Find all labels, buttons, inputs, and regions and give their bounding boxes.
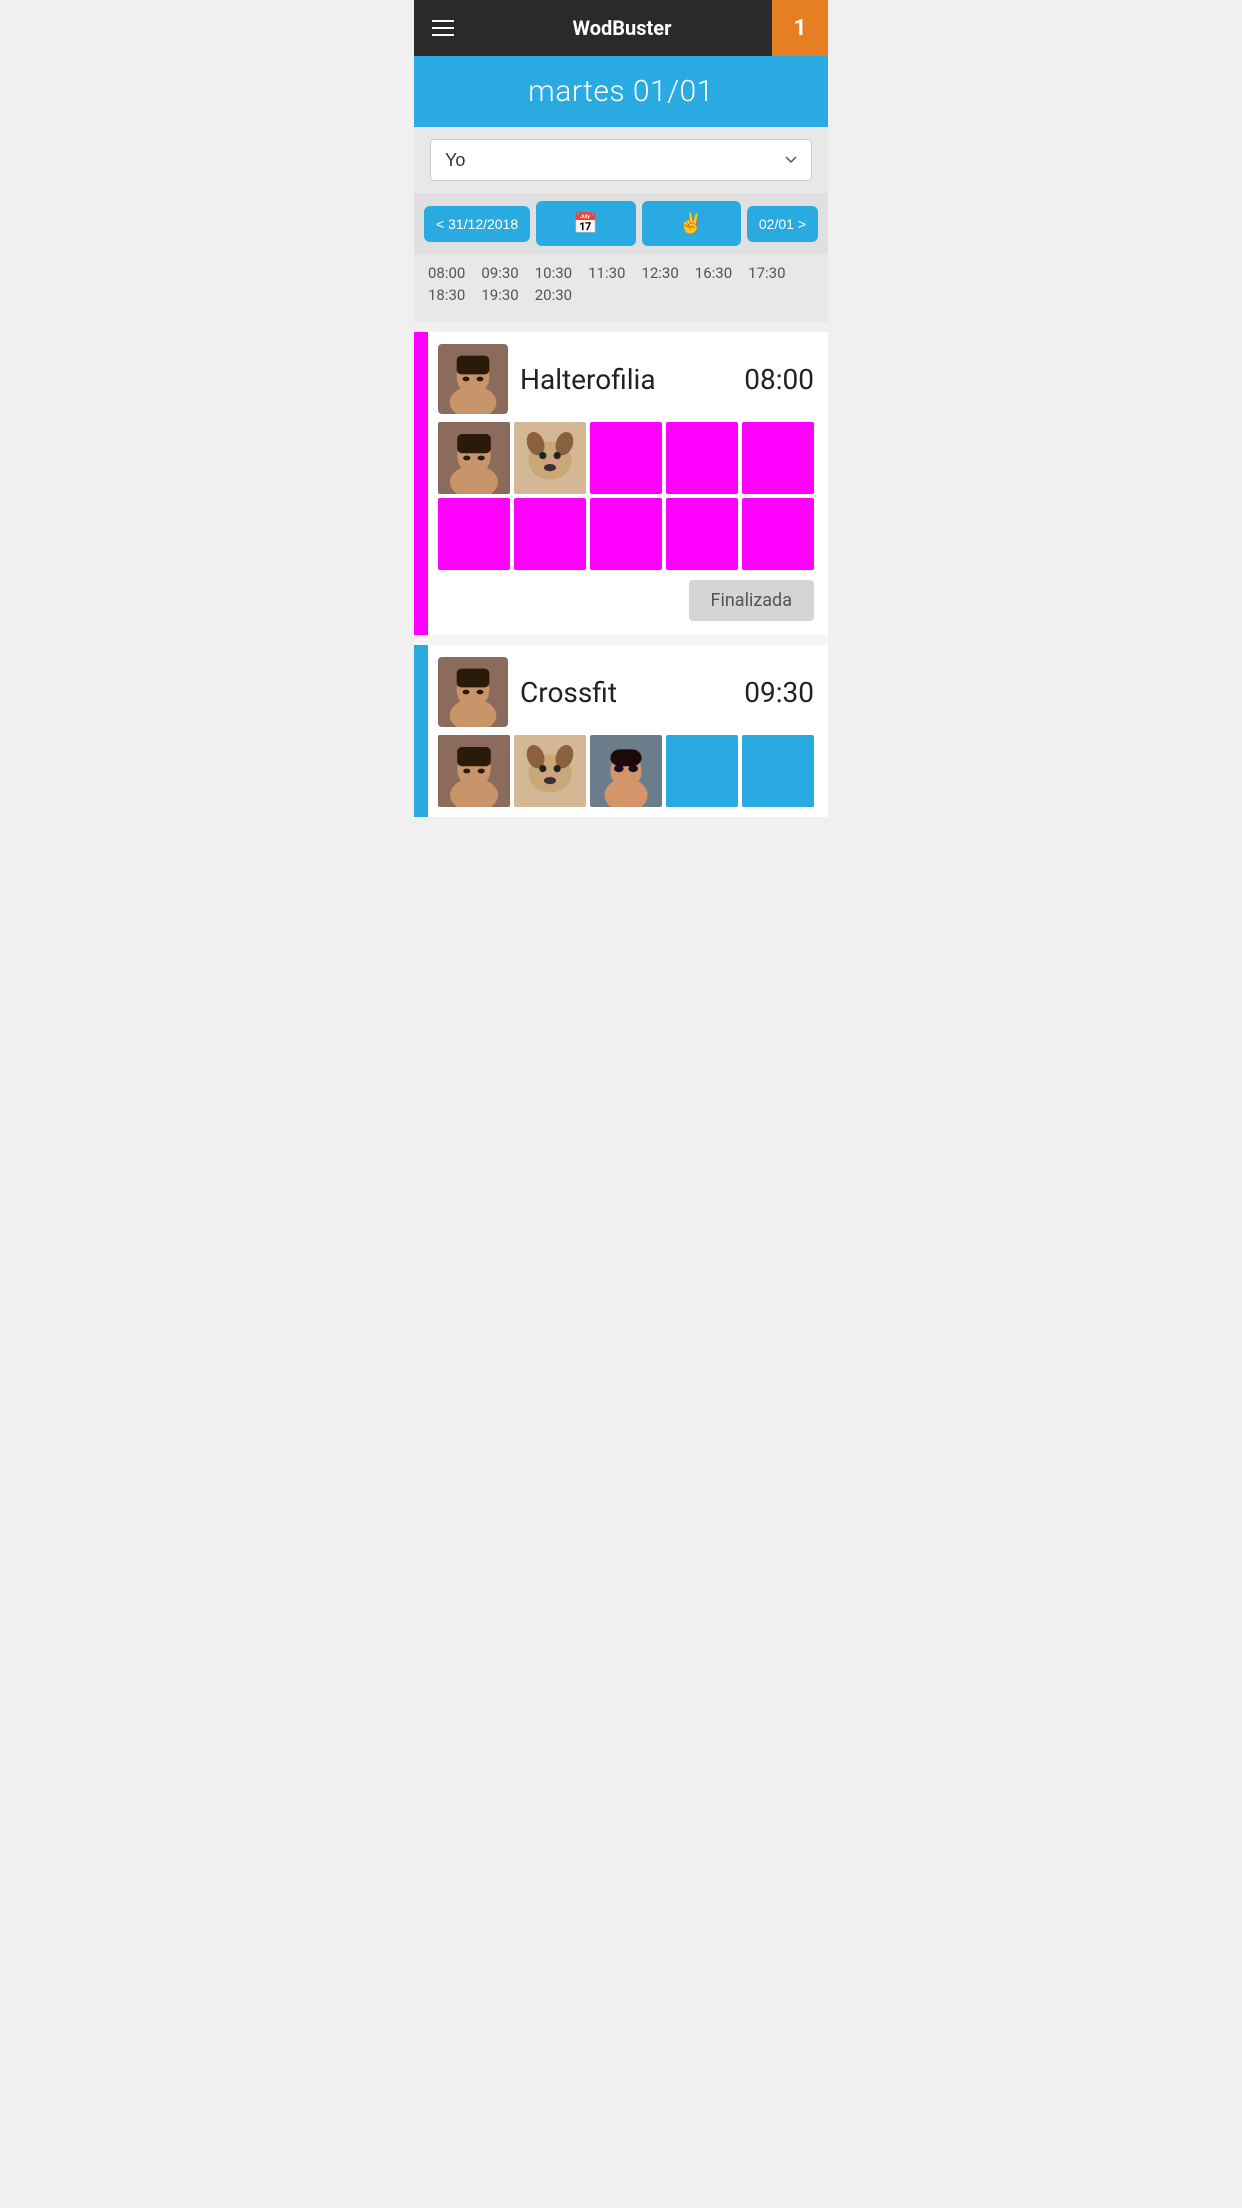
time-slot[interactable]: 08:00 xyxy=(428,264,465,282)
hamburger-icon xyxy=(432,20,454,36)
app-title-text: WodBuster xyxy=(573,16,672,40)
participant-cell[interactable] xyxy=(438,422,510,494)
time-slot[interactable]: 18:30 xyxy=(428,286,465,304)
class-instructor-avatar xyxy=(438,657,508,727)
class-header: Halterofilia 08:00 xyxy=(414,332,828,422)
time-slot[interactable]: 16:30 xyxy=(695,264,732,282)
user-selector[interactable]: Yo xyxy=(430,139,812,181)
participant-cell[interactable] xyxy=(590,422,662,494)
badge-count: 1 xyxy=(794,16,807,41)
time-slot[interactable]: 09:30 xyxy=(481,264,518,282)
participant-cell[interactable] xyxy=(514,422,586,494)
class-time: 09:30 xyxy=(744,676,814,709)
class-card: Halterofilia 08:00 Finalizada xyxy=(414,332,828,635)
participant-cell[interactable] xyxy=(666,422,738,494)
navigation-row: < 31/12/2018 📅 ✌️ 02/01 > xyxy=(414,193,828,254)
participant-cell[interactable] xyxy=(590,498,662,570)
next-date-button[interactable]: 02/01 > xyxy=(747,206,818,242)
app-title: WodBuster xyxy=(472,0,772,56)
participant-cell[interactable] xyxy=(438,735,510,807)
participant-cell[interactable] xyxy=(514,498,586,570)
status-badge: Finalizada xyxy=(689,580,814,621)
class-card: Crossfit 09:30 xyxy=(414,645,828,817)
time-slot[interactable]: 11:30 xyxy=(588,264,625,282)
class-name[interactable]: Crossfit xyxy=(520,676,732,709)
selector-row: Yo xyxy=(414,127,828,193)
class-instructor-avatar xyxy=(438,344,508,414)
notification-badge[interactable]: 1 xyxy=(772,0,828,56)
class-status-row: Finalizada xyxy=(414,580,828,635)
time-slots-section: 08:00 09:30 10:30 11:30 12:30 16:30 17:30 18:30… xyxy=(414,254,828,322)
participant-cell[interactable] xyxy=(514,735,586,807)
time-slots-row: 08:00 09:30 10:30 11:30 12:30 16:30 17:30 18:30… xyxy=(428,264,814,308)
participant-cell[interactable] xyxy=(666,735,738,807)
current-date: martes 01/01 xyxy=(414,74,828,109)
participant-cell[interactable] xyxy=(666,498,738,570)
menu-button[interactable] xyxy=(414,0,472,56)
participant-cell[interactable] xyxy=(742,735,814,807)
calendar-icon: 📅 xyxy=(573,211,598,236)
classes-area: Halterofilia 08:00 Finalizada Crossfit 09:… xyxy=(414,332,828,817)
peace-button[interactable]: ✌️ xyxy=(642,201,741,246)
time-slot[interactable]: 17:30 xyxy=(748,264,785,282)
participant-cell[interactable] xyxy=(742,498,814,570)
time-slot[interactable]: 12:30 xyxy=(641,264,678,282)
class-header: Crossfit 09:30 xyxy=(414,645,828,735)
participant-cell[interactable] xyxy=(590,735,662,807)
time-slot[interactable]: 10:30 xyxy=(535,264,572,282)
prev-date-button[interactable]: < 31/12/2018 xyxy=(424,206,530,242)
calendar-button[interactable]: 📅 xyxy=(536,201,635,246)
date-bar: martes 01/01 xyxy=(414,56,828,127)
time-slot[interactable]: 19:30 xyxy=(481,286,518,304)
peace-icon: ✌️ xyxy=(679,211,704,236)
participants-grid xyxy=(414,422,828,580)
class-accent-bar xyxy=(414,645,428,817)
time-slot[interactable]: 20:30 xyxy=(535,286,572,304)
participant-cell[interactable] xyxy=(438,498,510,570)
participant-cell[interactable] xyxy=(742,422,814,494)
app-header: WodBuster 1 xyxy=(414,0,828,56)
class-time: 08:00 xyxy=(744,363,814,396)
participants-grid xyxy=(414,735,828,817)
class-accent-bar xyxy=(414,332,428,635)
class-name[interactable]: Halterofilia xyxy=(520,363,732,396)
